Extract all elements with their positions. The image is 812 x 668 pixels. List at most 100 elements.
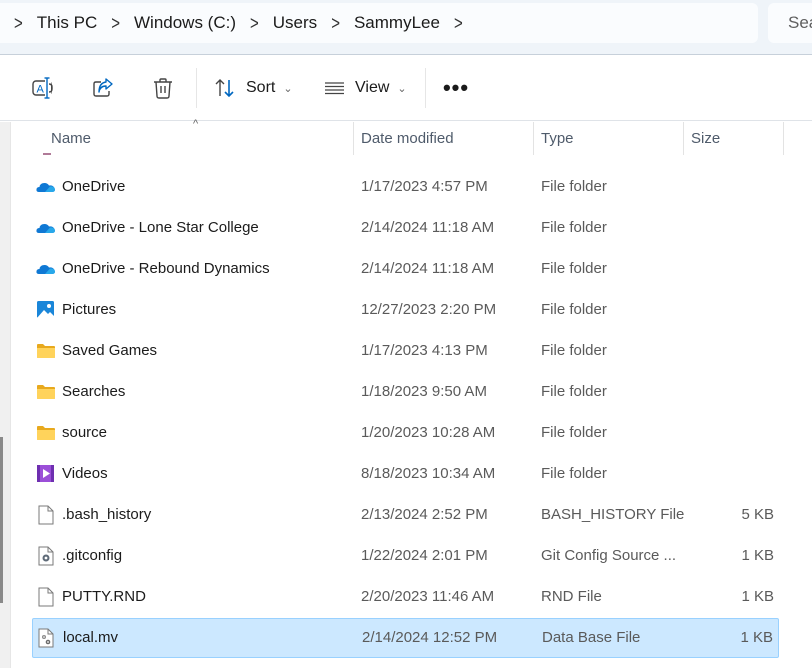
file-type: Data Base File — [542, 629, 641, 646]
rename-icon: A — [31, 77, 55, 99]
file-row-source[interactable]: source 1/20/2023 10:28 AM File folder — [32, 413, 779, 453]
breadcrumb-chevron-icon[interactable]: > — [111, 12, 120, 34]
file-date-modified: 1/22/2024 2:01 PM — [361, 547, 488, 564]
command-bar: A Sort ⌄ View ⌄ ••• — [0, 56, 812, 121]
view-button[interactable]: View ⌄ — [323, 70, 407, 106]
more-icon: ••• — [442, 75, 470, 100]
file-size: 1 KB — [741, 588, 774, 605]
file-row-videos[interactable]: Videos 8/18/2023 10:34 AM File folder — [32, 454, 779, 494]
file-row-pictures[interactable]: Pictures 12/27/2023 2:20 PM File folder — [32, 290, 779, 330]
pictures-icon — [36, 300, 56, 320]
breadcrumb-chevron-icon[interactable]: > — [14, 12, 23, 34]
sort-icon — [214, 77, 236, 99]
onedrive-icon — [36, 177, 56, 197]
column-header: ^ Name Date modified Type Size — [12, 118, 812, 160]
file-type: File folder — [541, 465, 607, 482]
onedrive-icon — [36, 259, 56, 279]
scroll-indicator — [43, 153, 51, 155]
file-date-modified: 2/14/2024 11:18 AM — [361, 260, 495, 277]
svg-text:A: A — [37, 84, 45, 96]
file-type: File folder — [541, 301, 607, 318]
breadcrumb-users[interactable]: Users — [273, 13, 317, 33]
folder-icon — [36, 423, 56, 443]
column-divider[interactable] — [533, 122, 534, 155]
column-date-modified[interactable]: Date modified — [361, 130, 454, 147]
view-list-icon — [323, 77, 345, 99]
file-date-modified: 8/18/2023 10:34 AM — [361, 465, 496, 482]
file-date-modified: 2/13/2024 2:52 PM — [361, 506, 488, 523]
sort-ascending-icon: ^ — [193, 118, 199, 130]
file-date-modified: 1/20/2023 10:28 AM — [361, 424, 496, 441]
toolbar-divider — [425, 68, 426, 108]
file-date-modified: 2/20/2023 11:46 AM — [361, 588, 495, 605]
file-type: File folder — [541, 424, 607, 441]
file-type: File folder — [541, 342, 607, 359]
folder-icon — [36, 382, 56, 402]
file-date-modified: 1/17/2023 4:57 PM — [361, 178, 488, 195]
file-type: File folder — [541, 260, 607, 277]
breadcrumb-windows-c[interactable]: Windows (C:) — [134, 13, 236, 33]
file-row-onedrive-rebound-dynamics[interactable]: OneDrive - Rebound Dynamics 2/14/2024 11… — [32, 249, 779, 289]
chevron-down-icon: ⌄ — [397, 82, 407, 95]
search-placeholder: Sea — [788, 13, 812, 32]
file-row-saved-games[interactable]: Saved Games 1/17/2023 4:13 PM File folde… — [32, 331, 779, 371]
view-label: View — [355, 79, 390, 96]
file-type: File folder — [541, 219, 607, 236]
column-divider[interactable] — [783, 122, 784, 155]
file-name: local.mv — [63, 629, 119, 646]
blank-file-icon — [36, 505, 56, 525]
file-date-modified: 12/27/2023 2:20 PM — [361, 301, 497, 318]
file-name: OneDrive - Lone Star College — [62, 219, 259, 236]
breadcrumb-chevron-icon[interactable]: > — [454, 12, 463, 34]
file-date-modified: 2/14/2024 12:52 PM — [362, 629, 498, 646]
file-date-modified: 2/14/2024 11:18 AM — [361, 219, 495, 236]
file-type: RND File — [541, 588, 602, 605]
share-button[interactable] — [86, 70, 120, 106]
config-file-icon — [36, 546, 56, 566]
address-bar-region: > This PC > Windows (C:) > Users > Sammy… — [0, 0, 812, 55]
column-size[interactable]: Size — [691, 130, 720, 147]
search-input[interactable]: Sea — [768, 3, 812, 43]
column-divider[interactable] — [683, 122, 684, 155]
file-type: Git Config Source ... — [541, 547, 677, 564]
breadcrumb-chevron-icon[interactable]: > — [331, 12, 340, 34]
system-file-icon — [36, 628, 56, 648]
file-name: Searches — [62, 383, 126, 400]
file-row-searches[interactable]: Searches 1/18/2023 9:50 AM File folder — [32, 372, 779, 412]
breadcrumb-this-pc[interactable]: This PC — [37, 13, 97, 33]
blank-file-icon — [36, 587, 56, 607]
folder-icon — [36, 341, 56, 361]
file-row-onedrive-lone-star-college[interactable]: OneDrive - Lone Star College 2/14/2024 1… — [32, 208, 779, 248]
file-type: BASH_HISTORY File — [541, 506, 685, 523]
file-size: 5 KB — [741, 506, 774, 523]
file-date-modified: 1/17/2023 4:13 PM — [361, 342, 488, 359]
column-divider[interactable] — [353, 122, 354, 155]
file-name: source — [62, 424, 108, 441]
file-name: Saved Games — [62, 342, 158, 359]
column-type[interactable]: Type — [541, 130, 574, 147]
trash-icon — [152, 77, 174, 99]
file-row-bash-history[interactable]: .bash_history 2/13/2024 2:52 PM BASH_HIS… — [32, 495, 779, 535]
sort-label: Sort — [246, 79, 276, 96]
sort-button[interactable]: Sort ⌄ — [214, 70, 294, 106]
file-row-onedrive[interactable]: OneDrive 1/17/2023 4:57 PM File folder — [32, 167, 779, 207]
delete-button[interactable] — [146, 70, 180, 106]
column-name[interactable]: Name — [51, 130, 91, 147]
file-name: PUTTY.RND — [62, 588, 146, 605]
onedrive-icon — [36, 218, 56, 238]
breadcrumb-sammylee[interactable]: SammyLee — [354, 13, 440, 33]
file-name: Videos — [62, 465, 108, 482]
share-icon — [91, 77, 115, 99]
file-row-putty-rnd[interactable]: PUTTY.RND 2/20/2023 11:46 AM RND File 1 … — [32, 577, 779, 617]
file-row-local-mv[interactable]: local.mv 2/14/2024 12:52 PM Data Base Fi… — [32, 618, 779, 658]
file-row-gitconfig[interactable]: .gitconfig 1/22/2024 2:01 PM Git Config … — [32, 536, 779, 576]
navigation-pane-scrollbar[interactable] — [0, 437, 3, 603]
file-size: 1 KB — [740, 629, 773, 646]
rename-button[interactable]: A — [26, 70, 60, 106]
more-options-button[interactable]: ••• — [438, 70, 474, 106]
file-name: .bash_history — [62, 506, 152, 523]
file-type: File folder — [541, 178, 607, 195]
toolbar-divider — [196, 68, 197, 108]
address-bar[interactable]: > This PC > Windows (C:) > Users > Sammy… — [0, 3, 758, 43]
breadcrumb-chevron-icon[interactable]: > — [250, 12, 259, 34]
